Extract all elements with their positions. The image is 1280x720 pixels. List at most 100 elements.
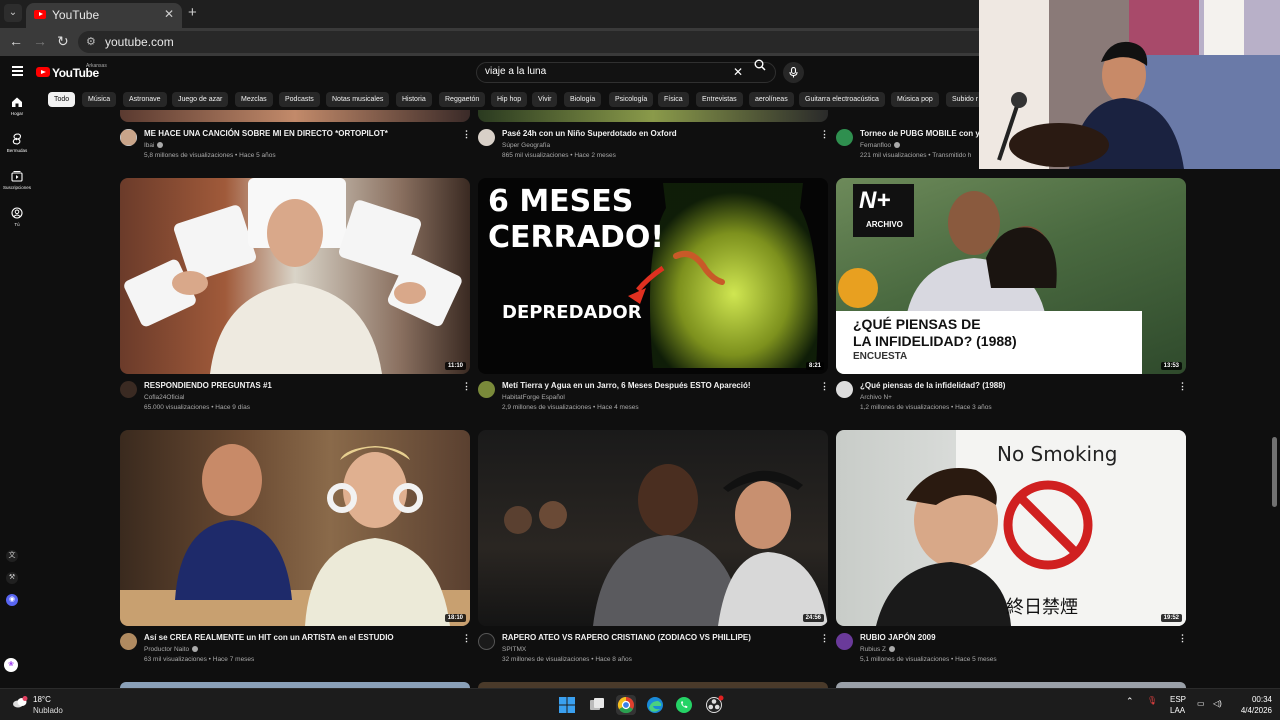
taskbar-whatsapp[interactable] <box>674 695 694 715</box>
tab-close-icon[interactable]: ✕ <box>164 7 174 21</box>
keyboard-layout-indicator[interactable]: LAA <box>1170 706 1185 715</box>
system-clock[interactable]: 00:34 4/4/2026 <box>1232 694 1272 716</box>
taskbar-edge[interactable] <box>645 695 665 715</box>
volume-icon[interactable]: ◁) <box>1213 699 1222 708</box>
chip-podcasts[interactable]: Podcasts <box>279 92 320 107</box>
chip-guitarra-electroacustica[interactable]: Guitarra electroacústica <box>799 92 885 107</box>
menu-icon[interactable] <box>12 66 23 76</box>
chip-todo[interactable]: Todo <box>48 92 76 107</box>
video-title[interactable]: ME HACE UNA CANCIÓN SOBRE MI EN DIRECTO … <box>144 129 388 138</box>
channel-avatar[interactable] <box>836 129 853 146</box>
chip-biologia[interactable]: Biología <box>564 92 602 107</box>
video-title[interactable]: Así se CREA REALMENTE un HIT con un ARTI… <box>144 633 394 642</box>
browser-tab-youtube[interactable]: YouTube ✕ <box>26 3 182 28</box>
chip-juego-de-azar[interactable]: Juego de azar <box>172 92 229 107</box>
clear-search-icon[interactable]: ✕ <box>733 65 743 79</box>
more-options-icon[interactable]: ⋮ <box>462 129 471 140</box>
partial-thumb-2[interactable] <box>478 110 828 122</box>
channel-avatar[interactable] <box>478 129 495 146</box>
new-tab-button[interactable]: + <box>188 4 197 21</box>
chip-entrevistas[interactable]: Entrevistas <box>696 92 743 107</box>
channel-name[interactable]: Archivo N+ <box>860 394 892 401</box>
chip-psicologia[interactable]: Psicología <box>609 92 654 107</box>
channel-name[interactable]: Productor Naito <box>144 646 199 653</box>
channel-name[interactable]: Ibai <box>144 142 164 149</box>
weather-temperature[interactable]: 18°C <box>33 695 51 704</box>
channel-name[interactable]: Cofla24Oficial <box>144 394 184 401</box>
taskbar-chrome[interactable] <box>616 695 636 715</box>
rail-home[interactable]: Hogar <box>0 96 34 116</box>
video-title[interactable]: Torneo de PUBG MOBILE con you <box>860 129 990 138</box>
search-button[interactable] <box>745 56 775 75</box>
discord-icon[interactable]: ◉ <box>6 594 18 606</box>
reload-icon[interactable]: ↻ <box>57 33 69 50</box>
channel-name[interactable]: Fernanfloo <box>860 142 901 149</box>
url-field[interactable]: ⚙ youtube.com <box>78 31 1078 53</box>
top-avatar-1[interactable] <box>120 129 137 146</box>
video-thumbnail[interactable]: No Smoking 終日禁煙 19:52 <box>836 430 1186 626</box>
video-title[interactable]: RUBIO JAPÓN 2009 <box>860 633 936 642</box>
video-thumbnail[interactable]: 24:56 <box>478 430 828 626</box>
forward-icon[interactable]: → <box>33 33 47 49</box>
rail-shorts[interactable]: Bermudas <box>0 133 34 153</box>
channel-avatar[interactable] <box>120 381 137 398</box>
chip-reggaeton[interactable]: Reggaetón <box>439 92 486 107</box>
microphone-tray-icon[interactable]: 🎙 <box>1147 696 1157 705</box>
tray-overflow-icon[interactable]: ⌃ <box>1126 696 1134 707</box>
chip-historia[interactable]: Historia <box>396 92 432 107</box>
channel-name[interactable]: Súper Geografía <box>502 142 550 149</box>
channel-avatar[interactable] <box>478 381 495 398</box>
weather-description[interactable]: Nublado <box>33 706 63 715</box>
page-scrollbar-thumb[interactable] <box>1272 437 1277 507</box>
channel-avatar[interactable] <box>836 633 853 650</box>
chip-vivir[interactable]: Vivir <box>532 92 558 107</box>
chip-aerolineas[interactable]: aerolíneas <box>749 92 794 107</box>
cloudy-weather-icon[interactable] <box>12 696 28 708</box>
channel-name[interactable]: HabitatForge Español <box>502 394 565 401</box>
chip-musica-pop[interactable]: Música pop <box>891 92 939 107</box>
chip-fisica[interactable]: Física <box>658 92 689 107</box>
rail-subscriptions[interactable]: Suscripciones <box>0 170 34 190</box>
video-title[interactable]: Metí Tierra y Agua en un Jarro, 6 Meses … <box>502 381 751 390</box>
channel-name[interactable]: SPITMX <box>502 646 526 653</box>
video-title[interactable]: RESPONDIENDO PREGUNTAS #1 <box>144 381 272 390</box>
network-icon[interactable]: ▭ <box>1197 699 1205 708</box>
chip-astronave[interactable]: Astronave <box>123 92 167 107</box>
chip-notas-musicales[interactable]: Notas musicales <box>326 92 390 107</box>
chip-hip-hop[interactable]: Hip hop <box>491 92 528 107</box>
tab-search-button[interactable]: ⌄ <box>4 4 22 22</box>
translate-extension-icon[interactable]: 文 <box>6 550 18 562</box>
channel-avatar[interactable] <box>120 633 137 650</box>
more-options-icon[interactable]: ⋮ <box>1178 381 1187 392</box>
start-button[interactable] <box>557 695 577 715</box>
partial-thumb-1[interactable] <box>120 110 470 122</box>
more-options-icon[interactable]: ⋮ <box>820 381 829 392</box>
more-options-icon[interactable]: ⋮ <box>462 633 471 644</box>
channel-avatar[interactable] <box>478 633 495 650</box>
more-options-icon[interactable]: ⋮ <box>462 381 471 392</box>
more-options-icon[interactable]: ⋮ <box>820 633 829 644</box>
channel-name[interactable]: Rubius Z <box>860 646 896 653</box>
voice-search-button[interactable] <box>783 62 804 83</box>
site-info-icon[interactable]: ⚙ <box>86 35 100 49</box>
video-title[interactable]: Pasé 24h con un Niño Superdotado en Oxfo… <box>502 129 677 138</box>
video-thumbnail[interactable]: 11:10 <box>120 178 470 374</box>
video-thumbnail[interactable]: N+ ARCHIVO ¿QUÉ PIENSAS DE LA INFIDELIDA… <box>836 178 1186 374</box>
task-view-button[interactable] <box>587 695 607 715</box>
copilot-icon[interactable]: ❀ <box>4 658 18 672</box>
video-thumbnail[interactable]: 6 MESES CERRADO! DEPREDADOR 8:21 <box>478 178 828 374</box>
chip-musica[interactable]: Música <box>82 92 117 107</box>
video-thumbnail[interactable]: 18:10 <box>120 430 470 626</box>
rail-you[interactable]: Tú <box>0 207 34 227</box>
chip-mezclas[interactable]: Mezclas <box>235 92 273 107</box>
video-title[interactable]: RAPERO ATEO VS RAPERO CRISTIANO (ZODIACO… <box>502 633 751 642</box>
more-options-icon[interactable]: ⋮ <box>820 129 829 140</box>
youtube-logo-icon[interactable] <box>36 67 50 77</box>
tools-extension-icon[interactable]: ⚒ <box>6 572 18 584</box>
language-indicator[interactable]: ESP <box>1170 695 1186 704</box>
back-icon[interactable]: ← <box>9 33 23 49</box>
search-input[interactable]: viaje a la luna ✕ <box>476 62 776 83</box>
video-title[interactable]: ¿Qué piensas de la infidelidad? (1988) <box>860 381 1005 390</box>
channel-avatar[interactable] <box>836 381 853 398</box>
more-options-icon[interactable]: ⋮ <box>1178 633 1187 644</box>
